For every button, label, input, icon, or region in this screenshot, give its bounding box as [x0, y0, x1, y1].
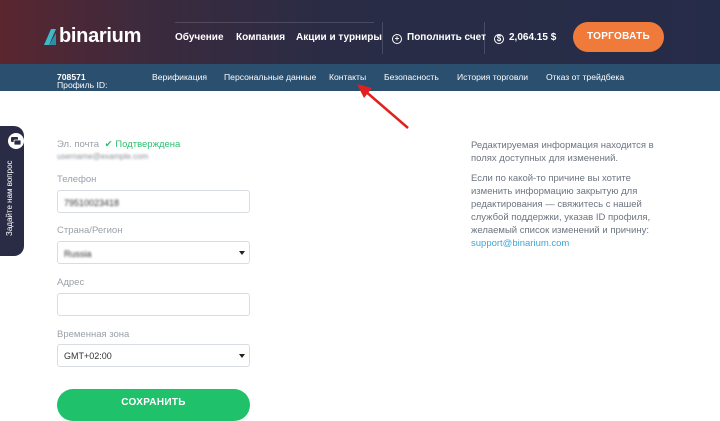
logo-mark-icon: [44, 28, 56, 45]
save-button[interactable]: СОХРАНИТЬ: [57, 389, 250, 421]
balance-value: 2,064.15 $: [509, 32, 557, 43]
tab-tradeback-refusal[interactable]: Отказ от трейдбека: [546, 72, 624, 82]
address-label: Адрес: [57, 277, 85, 288]
tab-security[interactable]: Безопасность: [384, 72, 439, 82]
deposit-label: Пополнить счет: [407, 32, 486, 43]
wallet-icon: $: [494, 34, 504, 44]
tab-verification[interactable]: Верификация: [152, 72, 207, 82]
phone-value: 79510023418: [64, 198, 120, 208]
nav-separator: [382, 22, 383, 54]
support-email-link[interactable]: support@binarium.com: [471, 238, 569, 249]
address-field[interactable]: [57, 293, 250, 316]
nav-learning[interactable]: Обучение: [175, 32, 224, 43]
deposit-link[interactable]: + Пополнить счет: [392, 32, 486, 44]
check-icon: ✔: [104, 139, 113, 150]
balance-display[interactable]: $2,064.15 $: [494, 32, 556, 44]
nav-divider: [175, 22, 374, 23]
phone-field[interactable]: 79510023418: [57, 190, 250, 213]
nav-company[interactable]: Компания: [236, 32, 285, 43]
info-contact-support: Если по какой-то причине вы хотите измен…: [471, 173, 651, 249]
email-label: Эл. почта ✔ Подтверждена: [57, 139, 181, 150]
dropdown-caret-icon: [239, 251, 245, 255]
profile-id: Профиль ID: 708571: [57, 72, 108, 90]
email-value: username@example.com: [57, 152, 149, 161]
trade-button[interactable]: ТОРГОВАТЬ: [573, 22, 664, 52]
logo-text: binarium: [59, 25, 142, 47]
profile-subnav: Профиль ID: 708571 Верификация Персональ…: [0, 64, 720, 91]
plus-icon: +: [392, 34, 402, 44]
nav-separator: [484, 22, 485, 54]
chat-icon: [8, 133, 24, 149]
timezone-label: Временная зона: [57, 329, 130, 340]
nav-promotions[interactable]: Акции и турниры: [296, 32, 382, 43]
tab-personal-data[interactable]: Персональные данные: [224, 72, 316, 82]
country-value: Russia: [64, 249, 92, 259]
country-label: Страна/Регион: [57, 225, 123, 236]
dropdown-caret-icon: [239, 354, 245, 358]
logo[interactable]: binarium: [44, 25, 141, 48]
info-editable-text: Редактируемая информация находится в пол…: [471, 140, 654, 164]
country-select[interactable]: Russia: [57, 241, 250, 264]
tab-contacts[interactable]: Контакты: [329, 72, 366, 82]
phone-label: Телефон: [57, 174, 97, 185]
timezone-value: GMT+02:00: [64, 351, 112, 361]
top-header: binarium Обучение Компания Акции и турни…: [0, 0, 720, 64]
support-side-tab[interactable]: Задайте нам вопрос: [0, 126, 24, 256]
tab-trade-history[interactable]: История торговли: [457, 72, 528, 82]
verified-badge: ✔ Подтверждена: [104, 139, 181, 150]
timezone-select[interactable]: GMT+02:00: [57, 344, 250, 367]
support-tab-label: Задайте нам вопрос: [5, 160, 14, 236]
